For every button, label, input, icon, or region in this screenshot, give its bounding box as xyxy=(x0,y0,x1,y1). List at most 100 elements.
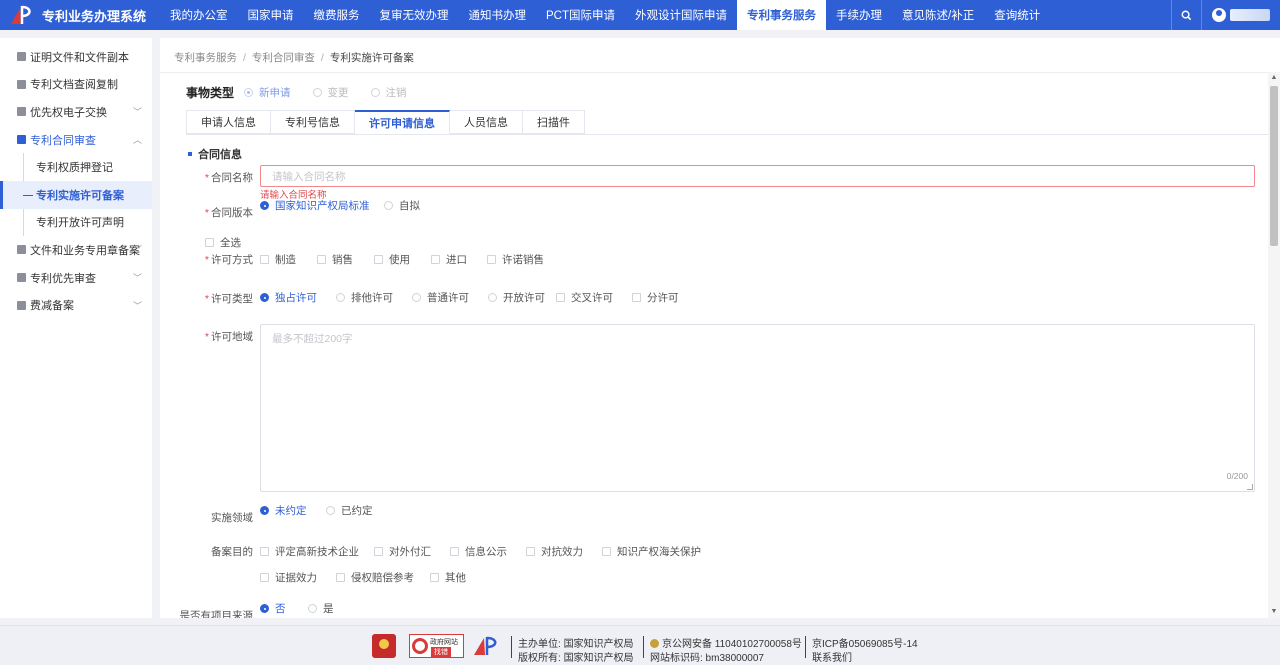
source-yes-radio[interactable]: 是 xyxy=(308,601,334,616)
field-label: 许可地域 xyxy=(211,331,253,343)
mode-import-checkbox[interactable]: 进口 xyxy=(431,252,487,267)
footer-host: 主办单位: 国家知识产权局 xyxy=(518,635,634,650)
nav-design-international[interactable]: 外观设计国际申请 xyxy=(625,0,737,30)
nav-pct[interactable]: PCT国际申请 xyxy=(536,0,625,30)
sidebar-item-priority-exchange[interactable]: 优先权电子交换 ﹀ xyxy=(0,98,152,126)
nav-notice[interactable]: 通知书办理 xyxy=(459,0,537,30)
purpose-counter-checkbox[interactable]: 对抗效力 xyxy=(526,544,602,559)
type-ordinary-radio[interactable]: 普通许可 xyxy=(412,290,488,305)
scroll-thumb[interactable] xyxy=(1270,86,1278,246)
type-open-radio[interactable]: 开放许可 xyxy=(488,290,556,305)
version-standard-radio[interactable]: 国家知识产权局标准 xyxy=(260,198,384,213)
vertical-scrollbar[interactable]: ▲ ▼ xyxy=(1268,72,1280,618)
user-menu[interactable] xyxy=(1201,0,1280,30)
mode-manufacture-checkbox[interactable]: 制造 xyxy=(260,252,317,267)
field-agreed-radio[interactable]: 已约定 xyxy=(326,503,373,518)
purpose-payment-checkbox[interactable]: 对外付汇 xyxy=(374,544,450,559)
search-button[interactable] xyxy=(1171,0,1201,30)
section-title: 合同信息 xyxy=(188,146,242,162)
footer-separator xyxy=(805,636,806,658)
radio-label: 独占许可 xyxy=(275,292,317,304)
select-all-checkbox[interactable]: 全选 xyxy=(205,235,241,250)
contract-name-input[interactable]: 请输入合同名称 xyxy=(260,165,1255,187)
sidebar-subitem-license-filing[interactable]: 专利实施许可备案 xyxy=(0,180,152,209)
purpose-hightech-checkbox[interactable]: 评定高新技术企业 xyxy=(260,544,374,559)
scroll-down-icon[interactable]: ▼ xyxy=(1268,606,1280,618)
purpose-damages-checkbox[interactable]: 侵权赔偿参考 xyxy=(336,570,430,585)
matter-cancel-radio[interactable]: 注销 xyxy=(370,85,407,100)
radio-label: 排他许可 xyxy=(351,292,393,304)
user-name-masked xyxy=(1230,9,1270,21)
nav-procedures[interactable]: 手续办理 xyxy=(826,0,892,30)
field-label: 是否有项目来源 xyxy=(179,610,254,618)
matter-new-radio[interactable]: 新申请 xyxy=(244,85,291,100)
checkbox-label: 分许可 xyxy=(647,292,679,304)
sidebar-item-priority-review[interactable]: 专利优先审查 ﹀ xyxy=(0,264,152,292)
badge-line1: 政府网站 xyxy=(430,639,458,646)
mode-offer-checkbox[interactable]: 许诺销售 xyxy=(487,252,544,267)
purpose-customs-checkbox[interactable]: 知识产权海关保护 xyxy=(602,544,701,559)
resize-handle[interactable] xyxy=(1247,484,1253,490)
magnifier-icon xyxy=(412,638,428,654)
field-label: 许可方式 xyxy=(211,254,253,266)
tab-patent-number[interactable]: 专利号信息 xyxy=(271,110,355,134)
tab-license-application[interactable]: 许可申请信息 xyxy=(355,110,450,134)
footer-icp[interactable]: 京ICP备05069085号-14 xyxy=(812,635,918,650)
checkbox-label: 其他 xyxy=(445,572,466,584)
footer-police-record[interactable]: 京公网安备 11040102700058号 xyxy=(650,635,802,650)
breadcrumb-current: 专利实施许可备案 xyxy=(329,52,414,64)
nav-reexamination[interactable]: 复审无效办理 xyxy=(370,0,459,30)
version-custom-radio[interactable]: 自拟 xyxy=(384,198,420,213)
sidebar-item-certificates[interactable]: 证明文件和文件副本 xyxy=(0,43,152,71)
police-badge-icon xyxy=(650,639,659,648)
chevron-down-icon: ﹀ xyxy=(132,107,142,118)
sidebar-subitem-pledge[interactable]: 专利权质押登记 xyxy=(0,153,152,181)
breadcrumb-item[interactable]: 专利合同审查 xyxy=(252,52,315,64)
type-cross-checkbox[interactable]: 交叉许可 xyxy=(556,290,632,305)
sidebar-item-fee-reduction[interactable]: 费减备案 ﹀ xyxy=(0,291,152,319)
type-sole-radio[interactable]: 排他许可 xyxy=(336,290,412,305)
checkbox-box xyxy=(317,255,326,264)
sidebar-item-contract-review[interactable]: 专利合同审查 ︿ xyxy=(0,126,152,154)
breadcrumb-item[interactable]: 专利事务服务 xyxy=(174,52,237,64)
checkbox-label: 交叉许可 xyxy=(571,292,613,304)
exchange-icon xyxy=(17,107,26,117)
mode-sell-checkbox[interactable]: 销售 xyxy=(317,252,374,267)
tab-applicant[interactable]: 申请人信息 xyxy=(186,110,271,134)
checkbox-box xyxy=(205,238,214,247)
nav-national-application[interactable]: 国家申请 xyxy=(238,0,304,30)
section-title-text: 合同信息 xyxy=(198,149,242,161)
purpose-other-checkbox[interactable]: 其他 xyxy=(430,570,466,585)
app-logo[interactable]: 专利业务办理系统 xyxy=(0,0,160,30)
sidebar-item-document-copy[interactable]: 专利文档查阅复制 xyxy=(0,71,152,99)
gov-error-report-badge[interactable]: 政府网站 找错 xyxy=(409,634,464,658)
radio-label: 已约定 xyxy=(341,505,373,517)
purpose-publicity-checkbox[interactable]: 信息公示 xyxy=(450,544,526,559)
tab-scans[interactable]: 扫描件 xyxy=(523,110,585,134)
nav-patent-affairs[interactable]: 专利事务服务 xyxy=(737,0,826,30)
field-unagreed-radio[interactable]: 未约定 xyxy=(260,503,326,518)
app-title: 专利业务办理系统 xyxy=(42,8,147,24)
sidebar-item-seal-filing[interactable]: 文件和业务专用章备案 ﹀ xyxy=(0,236,152,264)
seal-icon xyxy=(17,245,26,255)
matter-change-radio[interactable]: 变更 xyxy=(312,85,349,100)
nav-query-stats[interactable]: 查询统计 xyxy=(984,0,1050,30)
type-sub-checkbox[interactable]: 分许可 xyxy=(632,290,679,305)
source-no-radio[interactable]: 否 xyxy=(260,601,308,616)
contract-name-label: * 合同名称 xyxy=(173,170,253,185)
footer-contact-link[interactable]: 联系我们 xyxy=(812,649,852,664)
purpose-evidence-checkbox[interactable]: 证据效力 xyxy=(260,570,336,585)
radio-label: 开放许可 xyxy=(503,292,545,304)
footer-site-code: 网站标识码: bm38000007 xyxy=(650,653,764,664)
license-region-textarea[interactable]: 最多不超过200字 0/200 xyxy=(260,324,1255,492)
scroll-up-icon[interactable]: ▲ xyxy=(1268,72,1280,84)
tab-personnel[interactable]: 人员信息 xyxy=(450,110,523,134)
nav-opinion[interactable]: 意见陈述/补正 xyxy=(892,0,984,30)
type-exclusive-radio[interactable]: 独占许可 xyxy=(260,290,336,305)
sidebar-subitem-open-license[interactable]: 专利开放许可声明 xyxy=(0,208,152,237)
checkbox-box xyxy=(556,293,565,302)
nav-fee-service[interactable]: 缴费服务 xyxy=(304,0,370,30)
mode-use-checkbox[interactable]: 使用 xyxy=(374,252,431,267)
radio-dot xyxy=(244,88,254,97)
nav-my-office[interactable]: 我的办公室 xyxy=(160,0,238,30)
